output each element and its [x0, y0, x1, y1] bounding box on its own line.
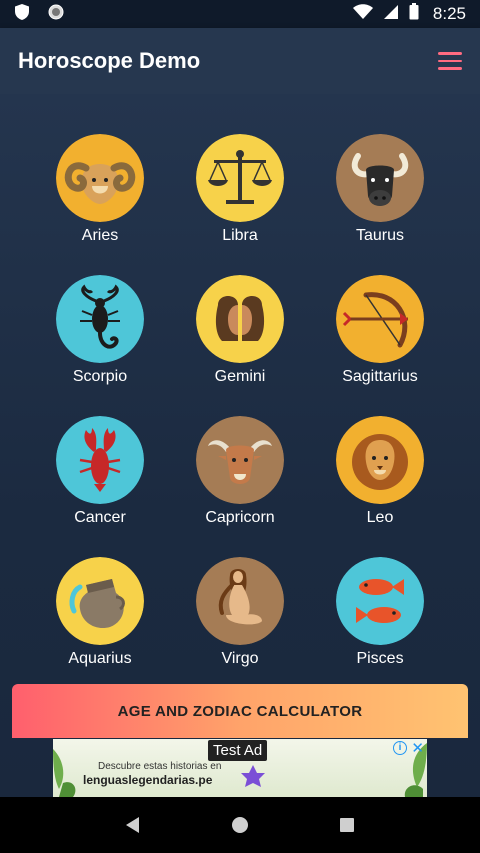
twins-icon [196, 275, 284, 363]
zodiac-grid: Aries Libra Taurus Scorpio Gemini Sagitt… [30, 134, 450, 668]
bow-arrow-icon [336, 275, 424, 363]
scales-icon [196, 134, 284, 222]
sign-taurus[interactable]: Taurus [310, 134, 450, 245]
sign-label: Pisces [356, 650, 404, 667]
sign-capricorn[interactable]: Capricorn [170, 416, 310, 527]
circle-icon [48, 4, 64, 25]
maiden-icon [196, 557, 284, 645]
sign-leo[interactable]: Leo [310, 416, 450, 527]
ad-headline: Descubre estas historias en [98, 761, 222, 772]
sign-scorpio[interactable]: Scorpio [30, 275, 170, 386]
sign-label: Libra [222, 227, 258, 244]
sign-label: Gemini [214, 368, 266, 385]
sign-label: Scorpio [72, 368, 128, 385]
sign-pisces[interactable]: Pisces [310, 557, 450, 668]
crab-icon [56, 416, 144, 504]
sign-cancer[interactable]: Cancer [30, 416, 170, 527]
water-jar-icon [56, 557, 144, 645]
app-title: Horoscope Demo [18, 48, 201, 73]
ad-domain: lenguaslegendarias.pe [83, 773, 213, 787]
sign-label: Leo [366, 509, 394, 526]
wifi-icon [352, 3, 373, 25]
main-content: Aries Libra Taurus Scorpio Gemini Sagitt… [0, 94, 480, 797]
recents-icon[interactable] [332, 810, 362, 840]
sign-label: Sagittarius [342, 368, 418, 385]
status-bar: 8:25 [0, 0, 480, 28]
age-zodiac-calculator-button[interactable]: AGE AND ZODIAC CALCULATOR [12, 684, 468, 738]
home-icon[interactable] [225, 810, 255, 840]
sign-label: Taurus [355, 227, 405, 244]
fish-icon [336, 557, 424, 645]
info-icon[interactable]: i [393, 741, 407, 755]
hamburger-menu-icon[interactable] [438, 52, 462, 70]
scorpion-icon [56, 275, 144, 363]
signal-icon [383, 4, 399, 25]
system-nav-bar [0, 797, 480, 853]
goat-icon [196, 416, 284, 504]
sign-aries[interactable]: Aries [30, 134, 170, 245]
sign-virgo[interactable]: Virgo [170, 557, 310, 668]
sign-label: Virgo [221, 650, 259, 667]
status-time: 8:25 [432, 4, 466, 23]
sign-gemini[interactable]: Gemini [170, 275, 310, 386]
close-icon[interactable]: ✕ [411, 739, 424, 757]
sign-sagittarius[interactable]: Sagittarius [310, 275, 450, 386]
lion-icon [336, 416, 424, 504]
ad-tag: Test Ad [208, 740, 268, 761]
sign-aquarius[interactable]: Aquarius [30, 557, 170, 668]
back-icon[interactable] [118, 810, 148, 840]
battery-icon [409, 3, 419, 25]
sign-label: Aries [81, 227, 119, 244]
app-bar: Horoscope Demo [0, 28, 480, 94]
bull-icon [336, 134, 424, 222]
ram-icon [56, 134, 144, 222]
shield-icon [14, 3, 30, 26]
sign-label: Aquarius [68, 650, 132, 667]
sign-label: Cancer [74, 509, 126, 526]
sign-libra[interactable]: Libra [170, 134, 310, 245]
ad-banner[interactable]: Test Ad Descubre estas historias en leng… [53, 739, 427, 797]
sign-label: Capricorn [205, 509, 275, 526]
